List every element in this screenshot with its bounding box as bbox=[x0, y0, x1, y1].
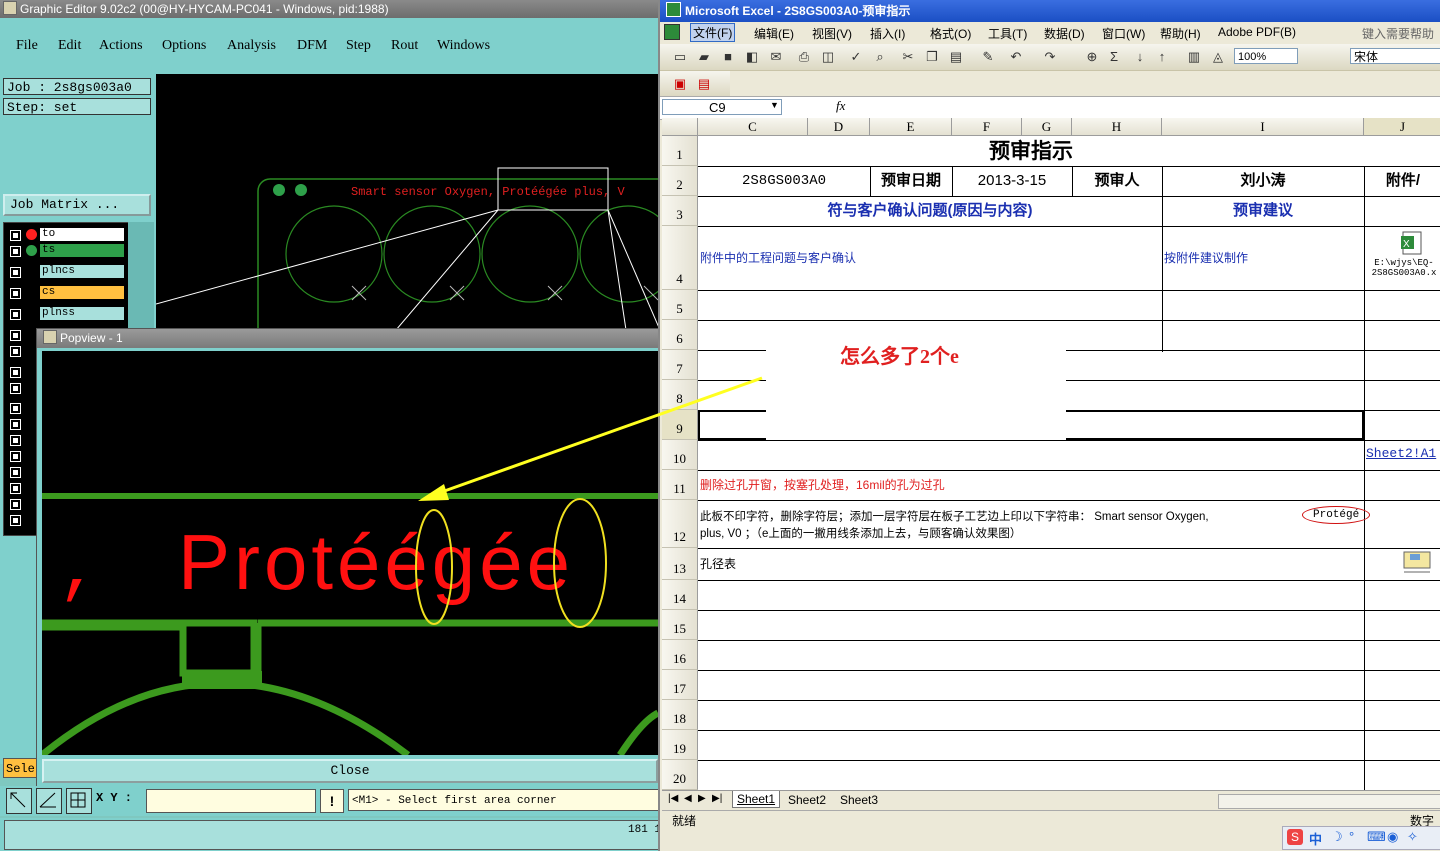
punctuation-icon[interactable]: ° bbox=[1349, 829, 1354, 844]
ime-toolbar[interactable]: S 中 ☽ ° ⌨ ◉ ✧ bbox=[1282, 826, 1440, 850]
annotation-arrow bbox=[418, 376, 763, 501]
moon-icon[interactable]: ☽ bbox=[1331, 829, 1343, 845]
keyboard-icon[interactable]: ⌨ bbox=[1367, 829, 1386, 845]
user-icon[interactable]: ◉ bbox=[1387, 829, 1398, 845]
sogou-icon[interactable]: S bbox=[1287, 829, 1303, 845]
wrench-icon[interactable]: ✧ bbox=[1407, 829, 1418, 845]
ime-mode[interactable]: 中 bbox=[1309, 829, 1322, 848]
